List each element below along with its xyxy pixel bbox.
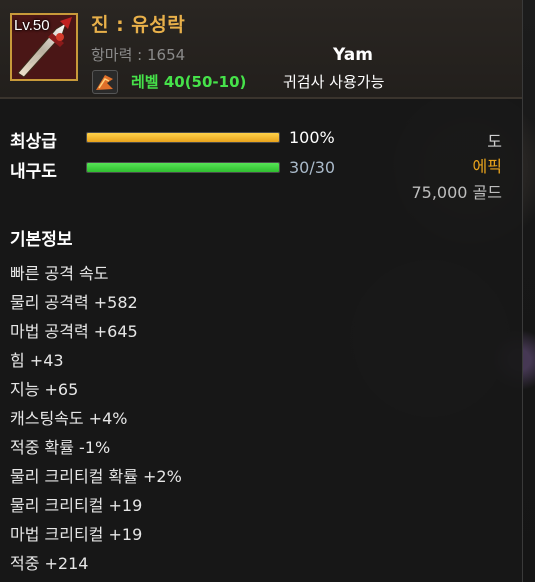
- item-tooltip: Lv.50 진 : 유성락 항마력 : 1654 Yam 레벨 40(50-10…: [0, 0, 523, 582]
- magic-resist-stat: 항마력 : 1654: [91, 46, 186, 64]
- durability-value: 30/30: [289, 158, 336, 177]
- stat-line: 물리 크리티컬 확률 +2%: [10, 467, 182, 486]
- weapon-type: 도: [487, 132, 502, 151]
- stat-line: 지능 +65: [10, 380, 79, 399]
- basic-info-title: 기본정보: [10, 230, 73, 250]
- stat-line: 적중 +214: [10, 554, 89, 573]
- stat-line: 적중 확률 -1%: [10, 438, 111, 457]
- stat-line: 물리 공격력 +582: [10, 293, 138, 312]
- item-level-badge: Lv.50: [14, 17, 50, 34]
- stat-line: 마법 공격력 +645: [10, 322, 138, 341]
- grade-bar: [86, 132, 280, 143]
- grade-percent: 100%: [289, 128, 335, 147]
- stat-line: 빠른 공격 속도: [10, 264, 109, 283]
- durability-label: 내구도: [10, 162, 57, 182]
- stat-line: 캐스팅속도 +4%: [10, 409, 128, 428]
- tooltip-header: Lv.50 진 : 유성락 항마력 : 1654 Yam 레벨 40(50-10…: [0, 0, 522, 99]
- grade-label: 최상급: [10, 132, 57, 152]
- sword-icon[interactable]: Lv.50: [10, 13, 78, 81]
- stat-line: 마법 크리티컬 +19: [10, 525, 143, 544]
- ghost-knight-class-icon: [92, 70, 118, 94]
- item-name: 진 : 유성락: [91, 14, 186, 36]
- level-requirement: 레벨 40(50-10): [131, 73, 247, 91]
- grade-bar-fill: [87, 133, 279, 142]
- stat-line: 물리 크리티컬 +19: [10, 496, 143, 515]
- player-name: Yam: [333, 45, 373, 65]
- stat-line: 힘 +43: [10, 351, 64, 370]
- price-label: 75,000 골드: [411, 183, 502, 202]
- class-requirement: 귀검사 사용가능: [283, 73, 385, 91]
- rarity-label: 에픽: [472, 157, 502, 176]
- durability-bar-fill: [87, 163, 279, 172]
- durability-bar: [86, 162, 280, 173]
